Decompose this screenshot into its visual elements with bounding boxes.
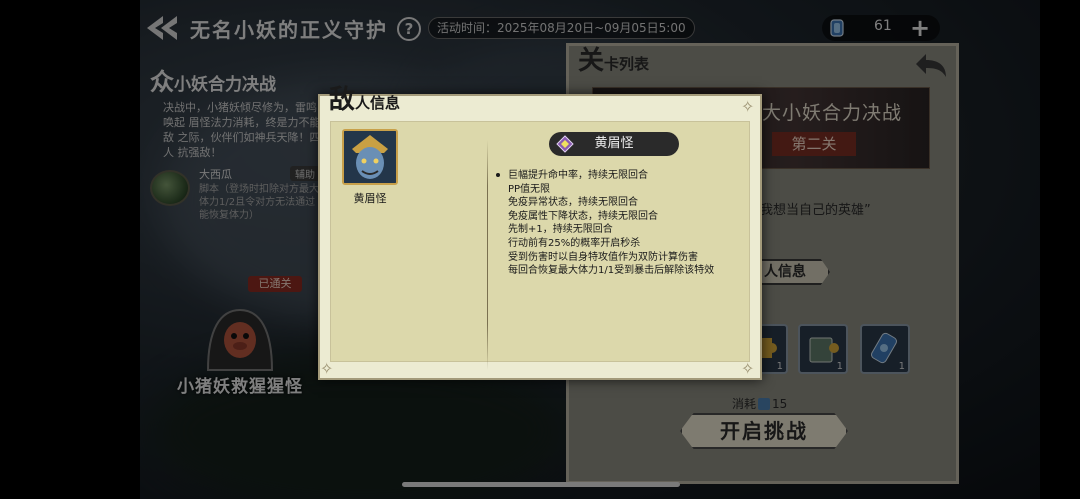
element-emblem-icon (556, 135, 574, 153)
enemy-trait: 行动前有25%的概率开启秒杀 (508, 237, 641, 249)
enemy-trait: 先制+1，持续无限回合 (508, 224, 613, 236)
enemy-name: 黄眉怪 (594, 136, 634, 151)
trait-bullet (496, 173, 500, 177)
modal-title-initial: 敌 (329, 85, 356, 115)
corner-ornament-icon: ✧ (320, 359, 334, 378)
home-indicator[interactable] (402, 482, 680, 487)
modal-title: 敌人信息 (329, 79, 400, 116)
enemy-trait: 每回合恢复最大体力1/1受到暴击后解除该特效 (508, 265, 715, 277)
enemy-trait: PP值无限 (508, 183, 551, 195)
enemy-trait: 受到伤害时以自身特攻值作为双防计算伤害 (508, 251, 698, 263)
corner-ornament-icon: ✧ (741, 97, 755, 116)
enemy-trait: 巨幅提升命中率，持续无限回合 (508, 170, 648, 181)
corner-ornament-icon: ✧ (741, 359, 755, 378)
enemy-trait: 免疫属性下降状态，持续无限回合 (508, 210, 658, 222)
enemy-trait: 免疫异常状态，持续无限回合 (508, 197, 638, 209)
divider (487, 140, 488, 370)
enemy-avatar[interactable] (342, 129, 398, 185)
yellow-brow-demon-portrait-icon (344, 131, 396, 183)
modal-title-rest: 人信息 (355, 94, 401, 112)
enemy-avatar-name: 黄眉怪 (353, 192, 387, 205)
enemy-name-badge: 黄眉怪 (549, 132, 679, 156)
enemy-trait-list: 巨幅提升命中率，持续无限回合 PP值无限 免疫异常状态，持续无限回合 免疫属性下… (508, 169, 714, 278)
